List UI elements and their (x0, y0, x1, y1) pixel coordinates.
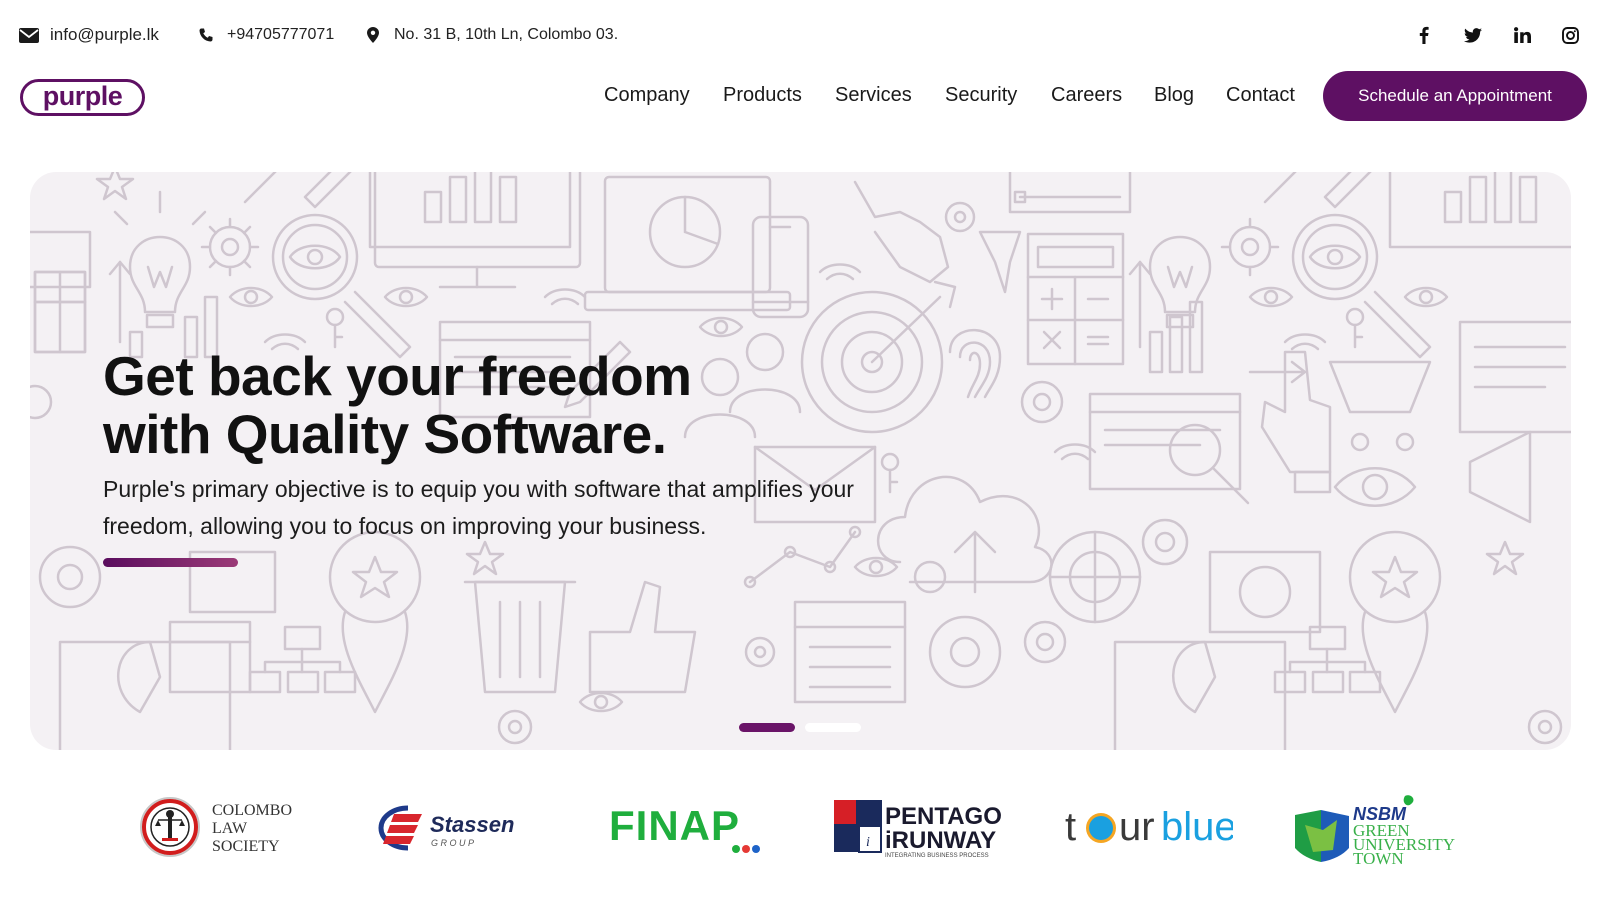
hero-accent-bar (103, 558, 238, 567)
nsbm-town-text: TOWN (1353, 849, 1404, 868)
phone-text: +94705777071 (227, 26, 335, 43)
hero-headline-line-1: Get back your freedom (103, 345, 692, 407)
nav-security[interactable]: Security (945, 84, 1017, 107)
nav-services[interactable]: Services (835, 84, 912, 107)
envelope-icon (18, 24, 40, 46)
colombo-line-2: LAW (212, 820, 248, 837)
client-logos: COLOMBO LAW SOCIETY Stassen G R O U P FI… (0, 790, 1600, 890)
svg-text:i: i (866, 835, 870, 850)
stassen-text: Stassen (430, 812, 514, 837)
colombo-line-1: COLOMBO (212, 802, 292, 819)
stassen-group-logo: Stassen G R O U P (378, 790, 538, 890)
email-text: info@purple.lk (50, 25, 159, 44)
pentagon-text: PENTAGON (885, 803, 1003, 830)
hero-subtitle: Purple's primary objective is to equip y… (103, 476, 854, 539)
nav-blog[interactable]: Blog (1154, 84, 1194, 107)
colombo-line-3: SOCIETY (212, 838, 280, 855)
phone-link[interactable]: +94705777071 (195, 24, 334, 46)
tourblue-t: t (1065, 805, 1076, 849)
twitter-icon[interactable] (1462, 24, 1484, 46)
tourblue-logo: t ur blue (1063, 790, 1237, 890)
instagram-icon[interactable] (1559, 24, 1581, 46)
purple-logo[interactable]: purple (20, 79, 145, 116)
nsbm-green-university-logo: NSBM GREEN UNIVERSITY TOWN (1293, 790, 1468, 890)
schedule-appointment-button[interactable]: Schedule an Appointment (1323, 71, 1587, 121)
logo-text: purple (43, 81, 123, 111)
slider-dot-1-active[interactable] (739, 723, 795, 732)
email-link[interactable]: info@purple.lk (18, 24, 159, 46)
hero-headline-line-2: with Quality Software. (103, 403, 667, 465)
address-text: No. 31 B, 10th Ln, Colombo 03. (394, 26, 619, 43)
irunway-text: iRUNWAY (885, 827, 996, 854)
stassen-sub-text: G R O U P (431, 838, 474, 848)
pentagon-irunway-logo: i PENTAGON iRUNWAY INTEGRATING BUSINESS … (833, 790, 1019, 890)
slider-dot-2[interactable] (805, 723, 861, 732)
facebook-icon[interactable] (1413, 24, 1435, 46)
finap-logo: FINAP (607, 790, 772, 890)
linkedin-icon[interactable] (1511, 24, 1533, 46)
hero-headline: Get back your freedom with Quality Softw… (103, 347, 1003, 463)
pentagon-tagline: INTEGRATING BUSINESS PROCESS (885, 853, 989, 859)
colombo-law-society-logo: COLOMBO LAW SOCIETY (140, 790, 310, 890)
hero-banner: Get back your freedom with Quality Softw… (30, 172, 1571, 750)
nav-contact[interactable]: Contact (1226, 84, 1295, 107)
phone-icon (195, 24, 217, 46)
nav-products[interactable]: Products (723, 84, 802, 107)
finap-text: FINAP (609, 802, 740, 849)
tourblue-ur: ur (1119, 805, 1155, 849)
nav-company[interactable]: Company (604, 84, 690, 107)
address-link[interactable]: No. 31 B, 10th Ln, Colombo 03. (362, 24, 618, 46)
map-pin-icon (362, 24, 384, 46)
tourblue-blue: blue (1161, 805, 1233, 849)
nav-careers[interactable]: Careers (1051, 84, 1122, 107)
contact-bar: info@purple.lk +94705777071 No. 31 B, 10… (0, 0, 1600, 72)
